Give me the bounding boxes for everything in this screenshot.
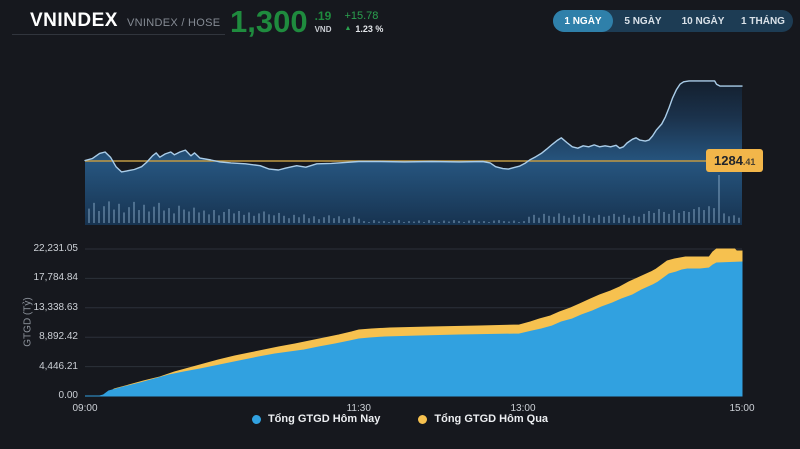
gtgd-axis-title: GTGD (Tỷ)	[22, 297, 34, 347]
y-tick-label: 13,338.63	[33, 301, 79, 313]
legend-label-yesterday: Tổng GTGD Hôm Qua	[434, 413, 549, 425]
price-and-volume-charts[interactable]	[0, 0, 800, 449]
today-series-dot-icon	[251, 414, 261, 424]
reference-price-dec: .41	[742, 157, 756, 167]
y-tick-label: 8,892.42	[39, 331, 78, 343]
y-tick-label: 22,231.05	[33, 243, 79, 254]
reference-price-int: 1284	[714, 153, 743, 168]
chart-legend: Tổng GTGD Hôm Nay Tổng GTGD Hôm Qua	[0, 413, 800, 425]
legend-item-yesterday[interactable]: Tổng GTGD Hôm Qua	[418, 413, 548, 425]
y-tick-label: 4,446.21	[39, 360, 78, 372]
y-tick-label: 17,784.84	[33, 272, 79, 284]
yesterday-series-dot-icon	[418, 414, 428, 424]
y-tick-label: 0.00	[58, 390, 78, 401]
vnindex-chart-widget: VNINDEX VNINDEX / HOSE 1,300 .19 VND +15…	[0, 0, 800, 449]
reference-price-label: 1284 .41	[706, 149, 764, 172]
legend-label-today: Tổng GTGD Hôm Nay	[267, 413, 381, 425]
legend-item-today[interactable]: Tổng GTGD Hôm Nay	[251, 413, 381, 425]
